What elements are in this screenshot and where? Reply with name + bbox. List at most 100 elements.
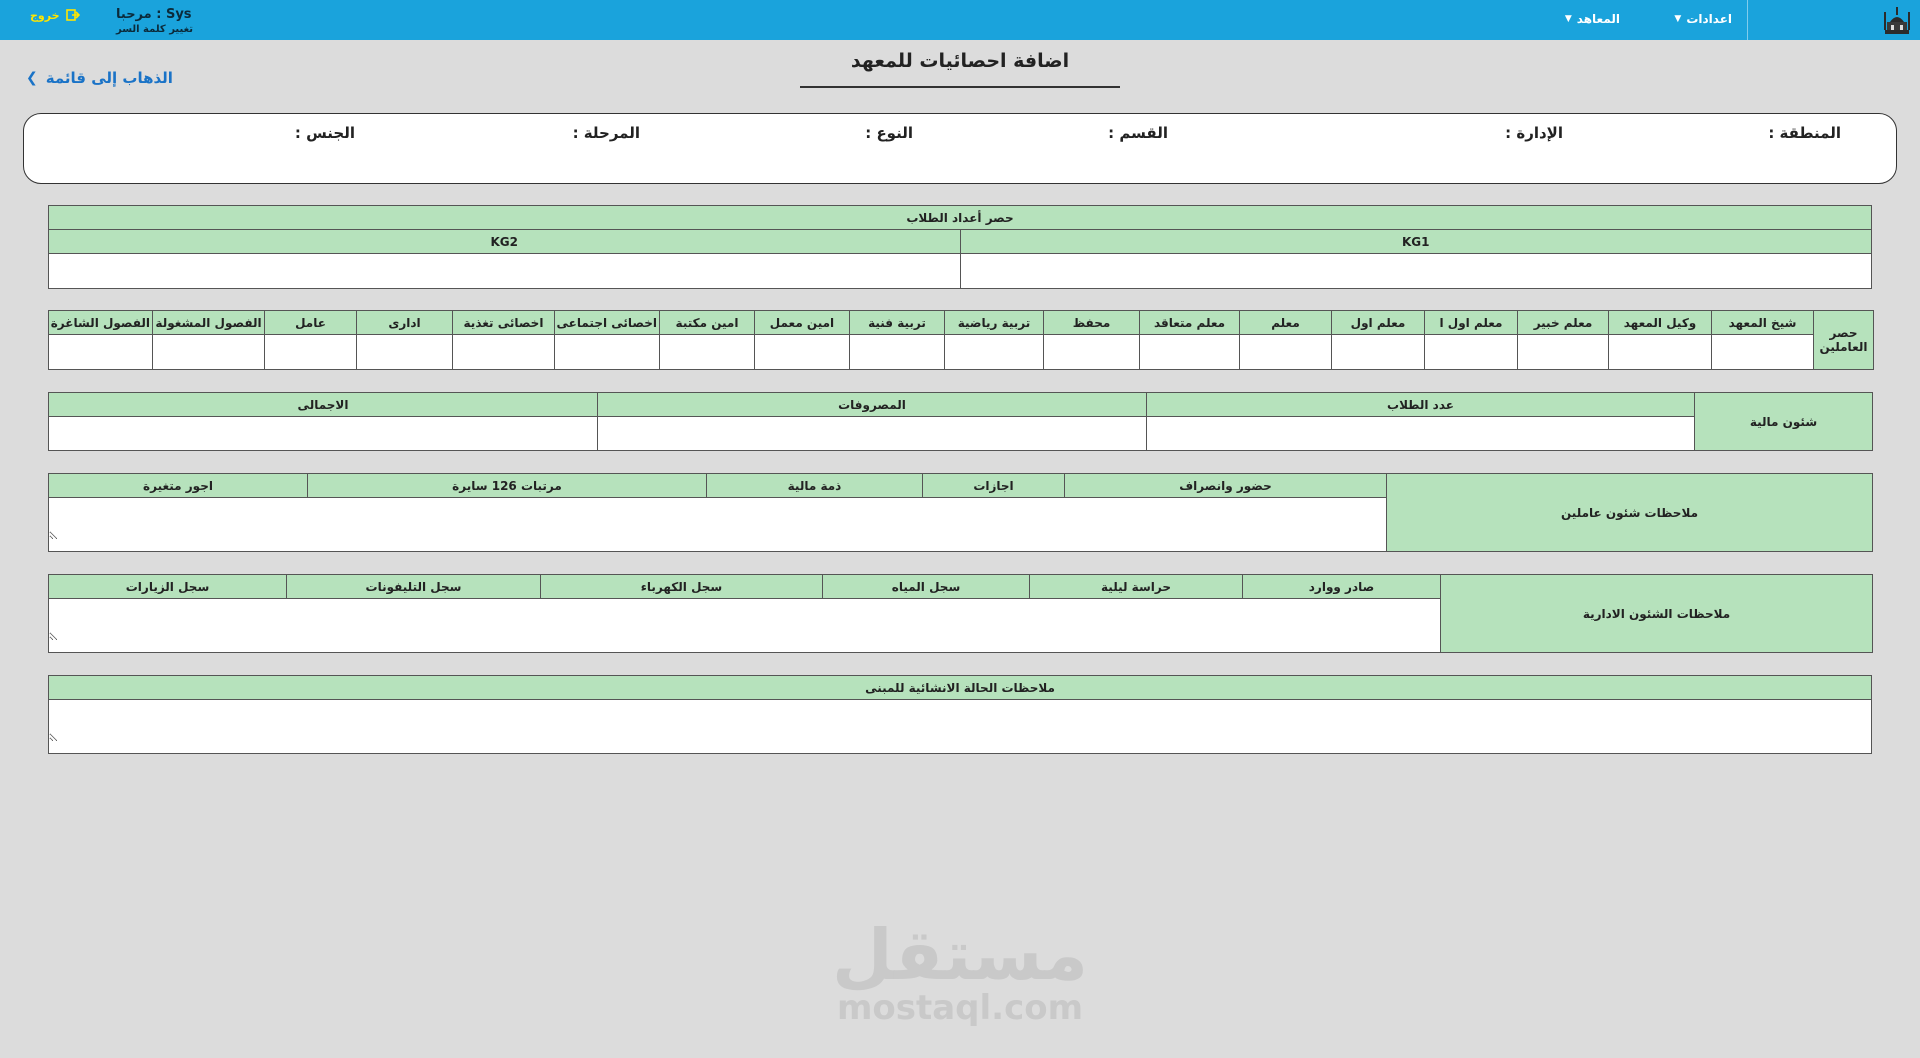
workers-input-cell[interactable] xyxy=(1517,334,1609,370)
expenses-input[interactable] xyxy=(598,426,1146,441)
back-to-list-link[interactable]: ❮ الذهاب إلى قائمة xyxy=(26,69,173,87)
workers-input-cell[interactable] xyxy=(849,334,945,370)
kg2-input-cell[interactable] xyxy=(48,253,961,289)
workers-input-cell[interactable] xyxy=(1239,334,1332,370)
kg1-input-cell[interactable] xyxy=(959,253,1872,289)
workers-input-cell[interactable] xyxy=(1424,334,1518,370)
workers-column-header: امين معمل xyxy=(754,310,850,335)
workers-input[interactable] xyxy=(453,344,554,360)
workers-input[interactable] xyxy=(357,344,452,360)
workers-input[interactable] xyxy=(755,344,849,360)
admin-notes-textarea[interactable] xyxy=(49,610,1440,641)
mosque-logo-icon[interactable] xyxy=(1882,4,1912,36)
students-count-table: حصر أعداد الطلاب KG1 KG2 xyxy=(48,205,1872,289)
admin-notes-table: ملاحظات الشئون الادارية صادر ووارد حراسة… xyxy=(48,574,1873,653)
expenses-input-cell[interactable] xyxy=(597,416,1147,451)
workers-side-label: حصر العاملين xyxy=(1813,310,1874,370)
logout-label: خروج xyxy=(30,8,60,22)
top-navbar: اعدادات ▼ المعاهد ▼ مرحبا : Sys تغيير كل… xyxy=(0,0,1920,40)
workers-input[interactable] xyxy=(1609,344,1711,360)
watermark-latin: mostaql.com xyxy=(836,988,1084,1028)
staff-notes-cell[interactable] xyxy=(48,497,1387,552)
workers-input-cell[interactable] xyxy=(1711,334,1814,370)
workers-input[interactable] xyxy=(49,344,152,360)
workers-input[interactable] xyxy=(1044,344,1139,360)
staff-notes-table: ملاحظات شئون عاملين حضور وانصراف اجازات … xyxy=(48,473,1873,552)
section-label: القسم : xyxy=(1108,124,1168,142)
change-password-link[interactable]: تغيير كلمة السر xyxy=(116,23,193,36)
workers-column-header: وكيل المعهد xyxy=(1608,310,1712,335)
students-count-input-cell[interactable] xyxy=(1146,416,1695,451)
chevron-down-icon: ▼ xyxy=(1674,14,1682,24)
students-column-header: KG1 xyxy=(959,229,1872,254)
total-input-cell[interactable] xyxy=(48,416,598,451)
workers-input[interactable] xyxy=(1518,344,1608,360)
admin-notes-side-label: ملاحظات الشئون الادارية xyxy=(1440,574,1873,653)
workers-column-header: امين مكتبة xyxy=(659,310,755,335)
workers-column-header: معلم خبير xyxy=(1517,310,1609,335)
students-column-header: KG2 xyxy=(48,229,961,254)
workers-input[interactable] xyxy=(850,344,944,360)
finance-column-header: المصروفات xyxy=(597,392,1147,417)
workers-input[interactable] xyxy=(1425,344,1517,360)
total-input[interactable] xyxy=(49,426,597,441)
workers-input-cell[interactable] xyxy=(554,334,660,370)
finance-table: شئون مالية عدد الطلاب المصروفات الاجمالى xyxy=(48,392,1873,451)
workers-input-cell[interactable] xyxy=(48,334,153,370)
building-notes-cell[interactable] xyxy=(48,699,1872,754)
kg2-input[interactable] xyxy=(49,263,960,279)
workers-input[interactable] xyxy=(660,344,754,360)
kg1-input[interactable] xyxy=(960,263,1871,279)
stage-label: المرحلة : xyxy=(572,124,640,142)
workers-input[interactable] xyxy=(1140,344,1239,360)
back-to-list-label: الذهاب إلى قائمة xyxy=(45,69,173,87)
staff-notes-column-header: اجور متغيرة xyxy=(48,473,308,498)
workers-input-cell[interactable] xyxy=(1043,334,1140,370)
workers-count-table: حصر العاملين شيخ المعهد وكيل المعهد معلم… xyxy=(48,310,1874,370)
region-label: المنطقة : xyxy=(1768,124,1841,142)
workers-input-cell[interactable] xyxy=(944,334,1044,370)
workers-input-cell[interactable] xyxy=(1331,334,1425,370)
workers-input-cell[interactable] xyxy=(152,334,265,370)
workers-input-cell[interactable] xyxy=(1139,334,1240,370)
workers-column-header: تربية فنية xyxy=(849,310,945,335)
workers-column-header: شيخ المعهد xyxy=(1711,310,1814,335)
workers-input[interactable] xyxy=(555,344,659,360)
title-underline xyxy=(800,86,1120,88)
admin-notes-cell[interactable] xyxy=(48,598,1441,653)
staff-notes-column-header: اجازات xyxy=(922,473,1065,498)
watermark-arabic: مستقل xyxy=(831,914,1088,996)
workers-input-cell[interactable] xyxy=(452,334,555,370)
greeting-text: مرحبا : Sys xyxy=(116,7,192,22)
chevron-down-icon: ▼ xyxy=(1564,14,1572,24)
workers-input-cell[interactable] xyxy=(1608,334,1712,370)
workers-column-header: الفصول الشاغرة xyxy=(48,310,153,335)
institutes-menu[interactable]: المعاهد ▼ xyxy=(1565,12,1620,26)
students-count-input[interactable] xyxy=(1147,426,1694,441)
workers-input-cell[interactable] xyxy=(659,334,755,370)
staff-notes-column-header: حضور وانصراف xyxy=(1064,473,1387,498)
workers-input-cell[interactable] xyxy=(264,334,357,370)
finance-column-header: الاجمالى xyxy=(48,392,598,417)
workers-input[interactable] xyxy=(265,344,356,360)
building-notes-textarea[interactable] xyxy=(49,711,1871,742)
admin-notes-column-header: حراسة ليلية xyxy=(1029,574,1243,599)
finance-column-header: عدد الطلاب xyxy=(1146,392,1695,417)
staff-notes-column-header: ذمة مالية xyxy=(706,473,923,498)
workers-input[interactable] xyxy=(1332,344,1424,360)
settings-menu[interactable]: اعدادات ▼ xyxy=(1674,12,1732,26)
workers-input[interactable] xyxy=(945,344,1043,360)
chevron-left-icon: ❮ xyxy=(26,70,38,86)
workers-input-cell[interactable] xyxy=(356,334,453,370)
workers-column-header: معلم اول ا xyxy=(1424,310,1518,335)
gender-label: الجنس : xyxy=(294,124,355,142)
workers-input-cell[interactable] xyxy=(754,334,850,370)
workers-input[interactable] xyxy=(1240,344,1331,360)
workers-input[interactable] xyxy=(153,344,264,360)
workers-column-header: عامل xyxy=(264,310,357,335)
workers-input[interactable] xyxy=(1712,344,1813,360)
logout-button[interactable]: خروج xyxy=(30,8,80,22)
nav-separator xyxy=(1747,0,1748,40)
administration-label: الإدارة : xyxy=(1505,124,1563,142)
staff-notes-textarea[interactable] xyxy=(49,509,1386,540)
